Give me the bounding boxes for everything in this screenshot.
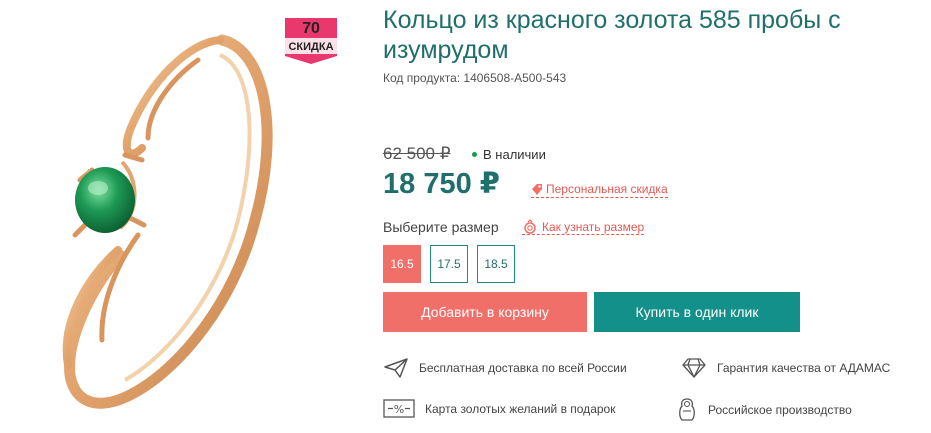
size-help-link[interactable]: Как узнать размер [522, 219, 645, 235]
current-price: 18 750 ₽ [383, 168, 500, 200]
size-selector: 16.5 17.5 18.5 [383, 245, 515, 283]
size-help-label: Как узнать размер [542, 220, 645, 234]
buy-one-click-button[interactable]: Купить в один клик [594, 292, 800, 332]
tag-icon [532, 184, 542, 195]
in-stock-dot-icon [472, 152, 477, 158]
product-sku: Код продукта: 1406508-А500-543 [383, 71, 567, 85]
stock-status-label: В наличии [483, 147, 546, 162]
ring-size-icon [524, 219, 536, 234]
product-image[interactable] [30, 20, 300, 420]
paper-plane-icon [384, 358, 408, 378]
feature-delivery: Бесплатная доставка по всей России [383, 357, 627, 379]
discount-badge: 70 СКИДКА [285, 18, 337, 64]
feature-made-in-label: Российское производство [708, 403, 852, 417]
feature-guarantee: Гарантия качества от АДАМАС [681, 357, 890, 379]
personal-discount-label: Персональная скидка [546, 182, 668, 196]
old-price: 62 500 ₽ [383, 144, 451, 163]
feature-guarantee-label: Гарантия качества от АДАМАС [717, 361, 891, 375]
discount-badge-label: СКИДКА [288, 41, 334, 53]
size-option-16-5[interactable]: 16.5 [383, 245, 421, 283]
feature-gift-card-label: Карта золотых желаний в подарок [425, 402, 616, 416]
feature-gift-card: % Карта золотых желаний в подарок [383, 398, 615, 420]
feature-made-in: Российское производство [676, 398, 852, 422]
diamond-icon [682, 358, 706, 378]
add-to-cart-button[interactable]: Добавить в корзину [383, 292, 587, 332]
discount-badge-number: 70 [302, 20, 320, 37]
size-label: Выберите размер [383, 219, 499, 235]
page-title: Кольцо из красного золота 585 пробы с из… [383, 6, 841, 64]
personal-discount-link[interactable]: Персональная скидка [531, 182, 668, 198]
percent-card-icon: % [383, 399, 415, 418]
size-option-17-5[interactable]: 17.5 [430, 245, 468, 283]
gold-ring-emerald-image [62, 34, 273, 409]
size-option-18-5[interactable]: 18.5 [477, 245, 515, 283]
matryoshka-icon [679, 398, 695, 421]
feature-delivery-label: Бесплатная доставка по всей России [419, 361, 627, 375]
stock-status: В наличии [472, 147, 546, 162]
svg-text:%: % [394, 403, 404, 416]
